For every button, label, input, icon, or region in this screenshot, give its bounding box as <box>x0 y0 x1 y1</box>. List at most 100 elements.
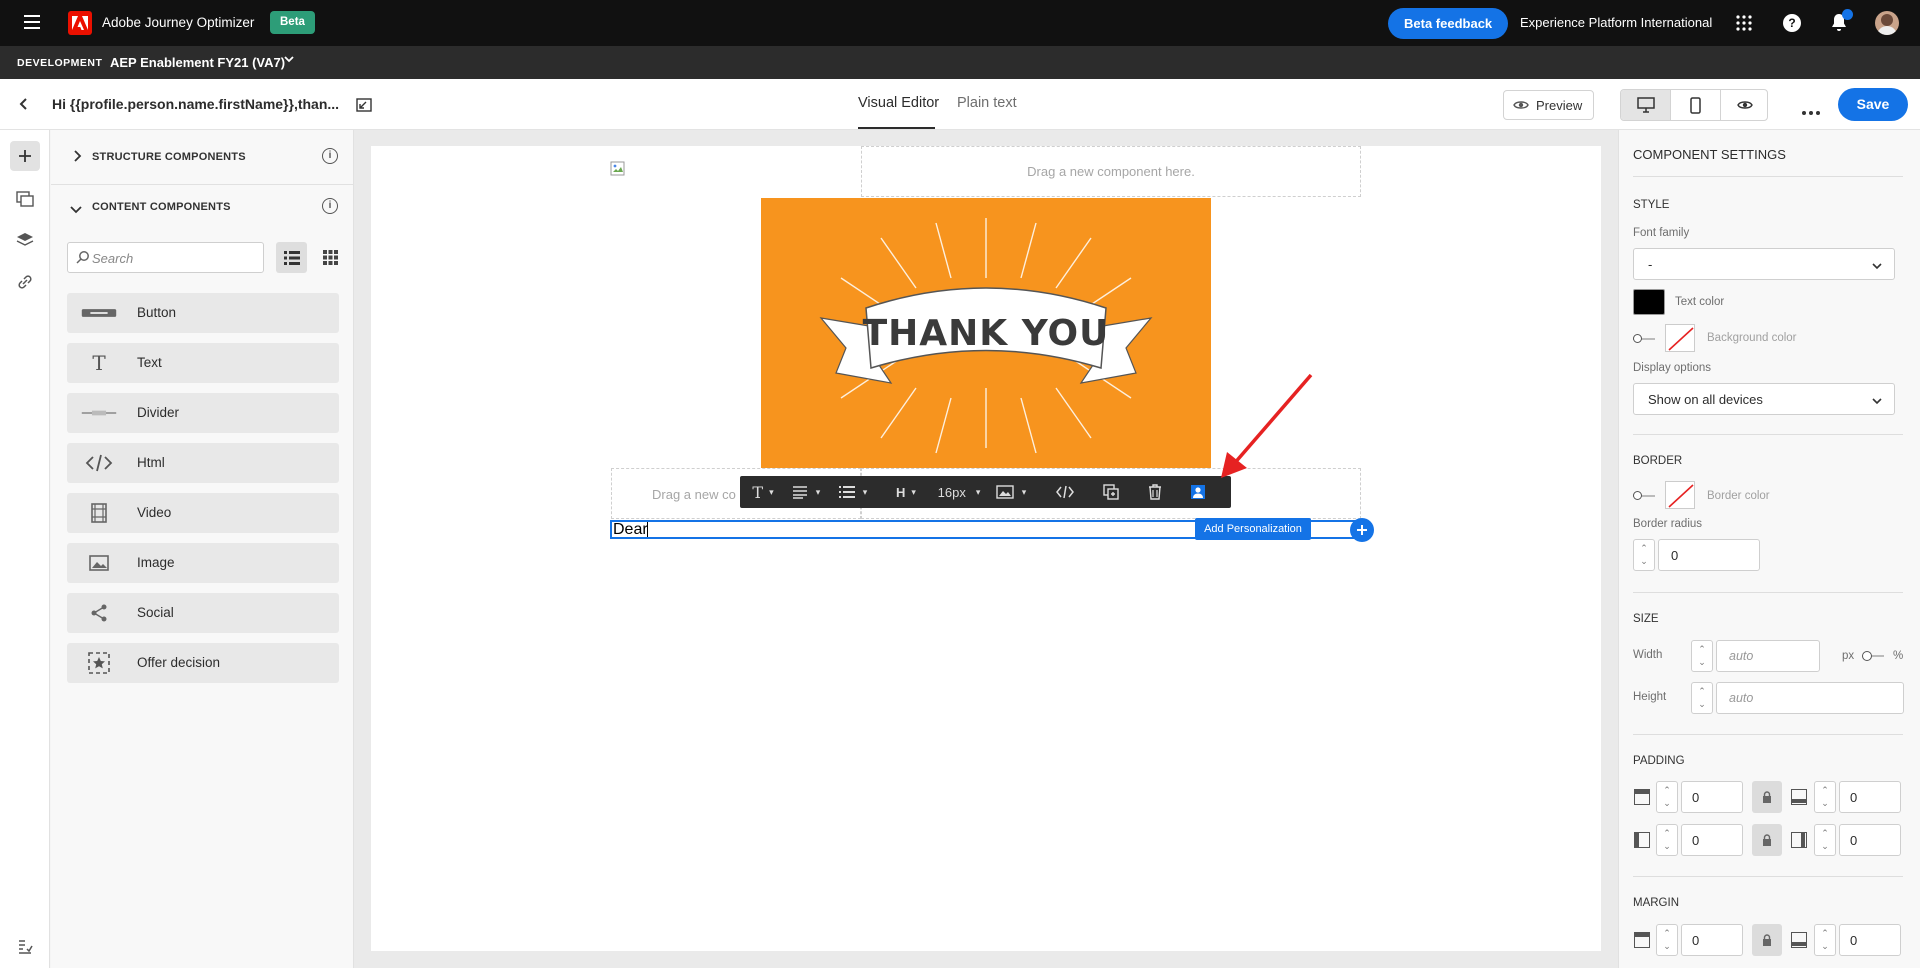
border-radius-input[interactable]: 0 <box>1658 539 1760 571</box>
padding-bottom-input[interactable]: 0 <box>1839 781 1901 813</box>
text-content[interactable]: Dear <box>613 521 648 539</box>
add-components-icon[interactable] <box>10 141 40 171</box>
border-color-toggle[interactable] <box>1633 490 1655 500</box>
align-icon[interactable]: ▾ <box>784 476 828 508</box>
section-divider <box>51 184 353 185</box>
delete-icon[interactable] <box>1140 476 1170 508</box>
height-stepper[interactable]: ⌃ ⌄ <box>1691 682 1713 714</box>
chevron-down-icon[interactable] <box>283 53 295 68</box>
border-color-swatch[interactable] <box>1665 481 1695 509</box>
font-family-select[interactable]: - <box>1633 248 1895 280</box>
component-html[interactable]: Html <box>67 443 339 483</box>
info-icon[interactable]: i <box>322 148 338 164</box>
app-title: Adobe Journey Optimizer <box>102 15 255 30</box>
border-radius-stepper[interactable]: ⌃ ⌄ <box>1633 539 1655 571</box>
height-input[interactable]: auto <box>1716 682 1904 714</box>
org-switcher[interactable]: Experience Platform International <box>1520 15 1712 30</box>
preview-button[interactable]: Preview <box>1503 90 1594 120</box>
component-divider[interactable]: Divider <box>67 393 339 433</box>
component-social[interactable]: Social <box>67 593 339 633</box>
fragments-icon[interactable] <box>16 190 34 211</box>
padding-right-stepper[interactable]: ⌃ ⌄ <box>1814 824 1836 856</box>
padding-left-stepper[interactable]: ⌃ ⌄ <box>1656 824 1678 856</box>
device-switcher <box>1620 89 1768 121</box>
component-image[interactable]: Image <box>67 543 339 583</box>
save-button[interactable]: Save <box>1838 88 1908 121</box>
code-icon <box>81 451 117 475</box>
margin-bottom-input[interactable]: 0 <box>1839 924 1901 956</box>
margin-top-stepper[interactable]: ⌃ ⌄ <box>1656 924 1678 956</box>
hamburger-menu-icon[interactable] <box>24 15 40 29</box>
component-label: Text <box>137 355 162 370</box>
heading-icon[interactable]: H ▾ <box>890 476 922 508</box>
apps-grid-icon[interactable] <box>1736 15 1752 31</box>
component-offer-decision[interactable]: Offer decision <box>67 643 339 683</box>
more-options-icon[interactable] <box>1802 103 1820 115</box>
margin-lock-icon[interactable] <box>1752 924 1782 956</box>
font-style-icon[interactable]: T ▾ <box>744 476 782 508</box>
width-stepper[interactable]: ⌃ ⌄ <box>1691 640 1713 672</box>
add-personalization-icon[interactable] <box>1183 476 1213 508</box>
chevron-down-icon[interactable] <box>70 202 82 217</box>
margin-top-input[interactable]: 0 <box>1681 924 1743 956</box>
tab-visual-editor[interactable]: Visual Editor <box>858 95 939 111</box>
layers-icon[interactable] <box>16 231 34 252</box>
beta-feedback-button[interactable]: Beta feedback <box>1388 8 1509 39</box>
active-tab-indicator <box>858 127 935 129</box>
back-arrow-icon[interactable] <box>17 97 31 114</box>
grid-view-icon[interactable] <box>315 242 346 273</box>
structure-components-header[interactable]: STRUCTURE COMPONENTS <box>92 151 246 163</box>
thank-you-hero-image[interactable]: THANK YOU <box>761 198 1211 468</box>
tab-plain-text[interactable]: Plain text <box>957 95 1017 111</box>
edit-subject-icon[interactable] <box>355 96 373 117</box>
size-section-title: SIZE <box>1633 613 1659 625</box>
help-icon[interactable]: ? <box>1783 14 1801 32</box>
padding-lock-icon[interactable] <box>1752 781 1782 813</box>
notifications-bell-icon[interactable] <box>1830 9 1853 33</box>
sandbox-switcher[interactable]: AEP Enablement FY21 (VA7) <box>110 55 285 70</box>
desktop-view-icon[interactable] <box>1621 90 1670 120</box>
component-search-input[interactable]: Search <box>67 242 264 273</box>
text-color-swatch[interactable] <box>1633 289 1665 315</box>
padding-top-stepper[interactable]: ⌃ ⌄ <box>1656 781 1678 813</box>
search-placeholder: Search <box>92 251 134 266</box>
preview-eye-icon[interactable] <box>1720 90 1767 120</box>
font-size-dropdown[interactable]: 16px ▾ <box>933 476 985 508</box>
padding-bottom-icon <box>1791 789 1807 805</box>
unit-toggle[interactable] <box>1862 651 1884 661</box>
padding-left-input[interactable]: 0 <box>1681 824 1743 856</box>
display-options-select[interactable]: Show on all devices <box>1633 383 1895 415</box>
component-label: Video <box>137 505 172 520</box>
margin-bottom-stepper[interactable]: ⌃ ⌄ <box>1814 924 1836 956</box>
background-color-swatch[interactable] <box>1665 324 1695 352</box>
component-video[interactable]: Video <box>67 493 339 533</box>
drop-zone-top[interactable]: Drag a new component here. <box>861 146 1361 197</box>
text-icon: T <box>92 351 106 375</box>
padding-top-icon <box>1634 789 1650 805</box>
padding-top-input[interactable]: 0 <box>1681 781 1743 813</box>
padding-right-input[interactable]: 0 <box>1839 824 1901 856</box>
text-color-label: Text color <box>1675 296 1725 308</box>
info-icon[interactable]: i <box>322 198 338 214</box>
list-view-icon[interactable] <box>276 242 307 273</box>
broken-image-icon[interactable] <box>610 161 626 177</box>
insert-image-icon[interactable]: ▾ <box>990 476 1032 508</box>
link-icon[interactable] <box>16 273 34 294</box>
width-input[interactable]: auto <box>1716 640 1820 672</box>
component-text[interactable]: T Text <box>67 343 339 383</box>
padding-bottom-stepper[interactable]: ⌃ ⌄ <box>1814 781 1836 813</box>
mobile-view-icon[interactable] <box>1670 90 1720 120</box>
validation-icon[interactable] <box>16 938 34 959</box>
list-icon[interactable]: ▾ <box>832 476 874 508</box>
duplicate-icon[interactable] <box>1096 476 1126 508</box>
background-color-toggle[interactable] <box>1633 333 1655 343</box>
content-components-header[interactable]: CONTENT COMPONENTS <box>92 201 231 213</box>
annotation-arrow-icon <box>1215 372 1315 482</box>
component-button[interactable]: Button <box>67 293 339 333</box>
code-view-icon[interactable] <box>1050 476 1080 508</box>
chevron-right-icon[interactable] <box>72 150 82 165</box>
image-icon <box>81 551 117 575</box>
user-avatar[interactable] <box>1875 11 1899 35</box>
add-block-plus-icon[interactable] <box>1350 518 1374 542</box>
padding-lock-icon[interactable] <box>1752 824 1782 856</box>
